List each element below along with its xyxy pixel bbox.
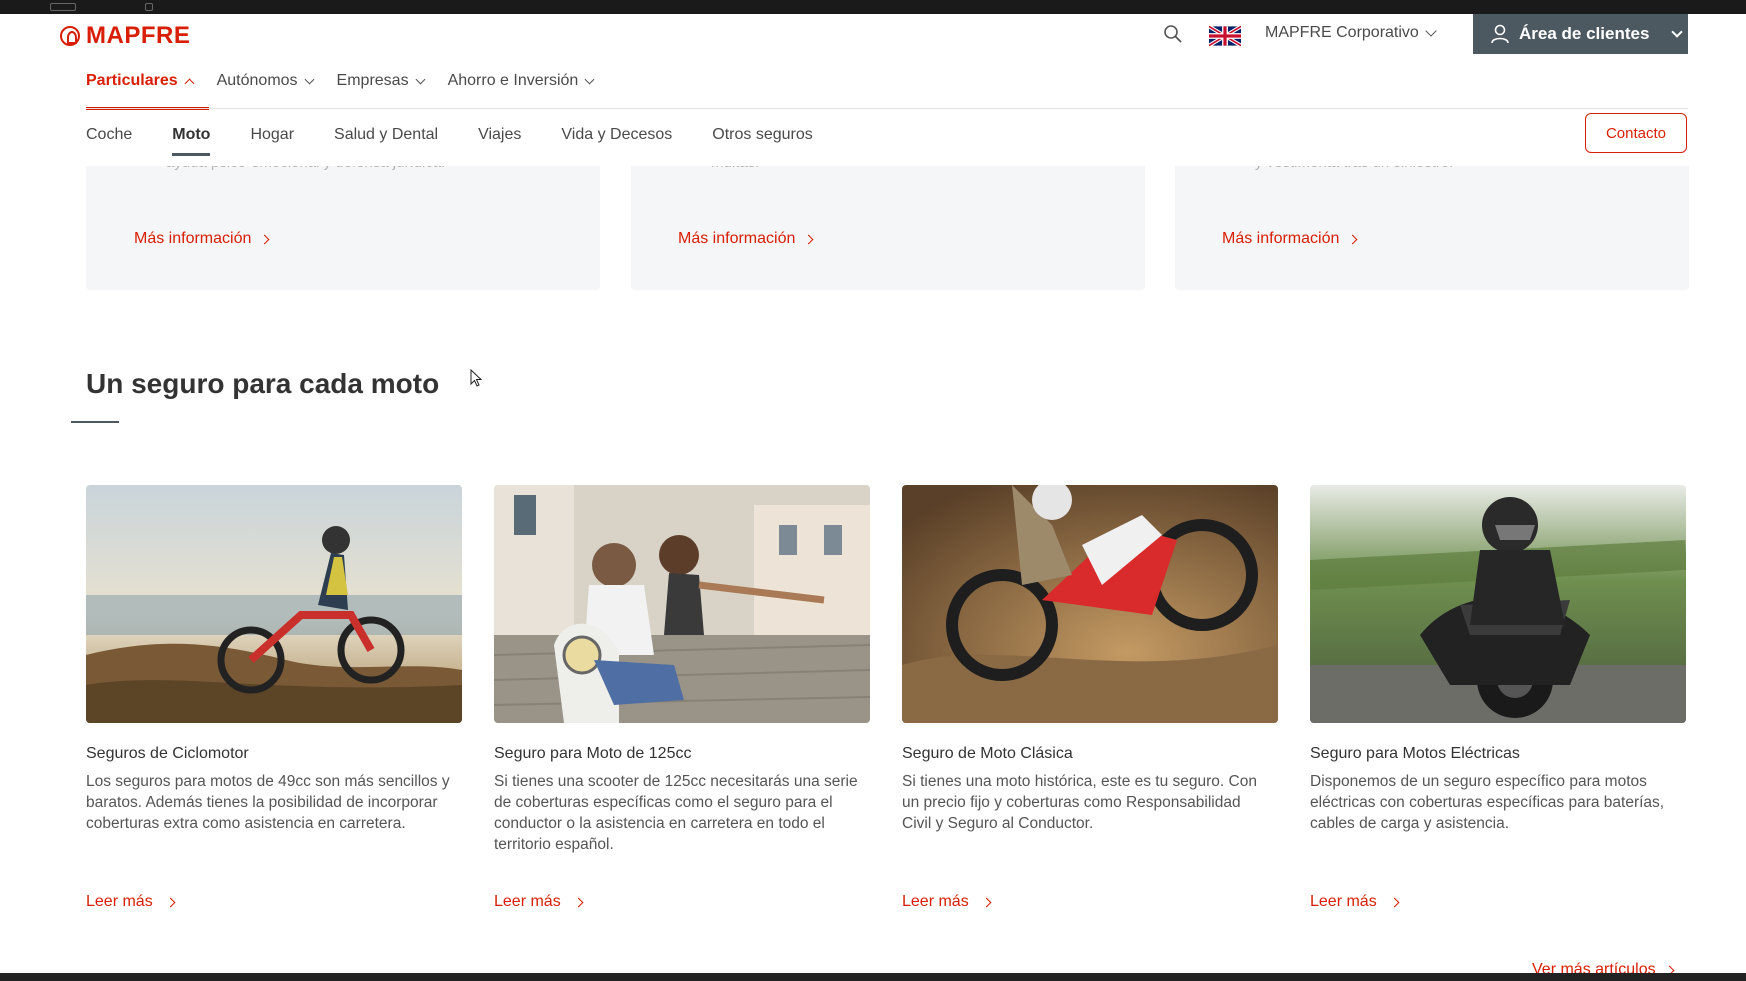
product-description: Si tienes una moto histórica, este es tu… bbox=[902, 773, 1257, 832]
subnav-vida-decesos[interactable]: Vida y Decesos bbox=[561, 126, 672, 156]
subnav-hogar[interactable]: Hogar bbox=[250, 126, 294, 156]
product-card[interactable]: Seguro de Moto Clásica Si tienes una mot… bbox=[902, 485, 1278, 910]
chevron-right-icon bbox=[1389, 897, 1400, 907]
nav-ahorro-inversion[interactable]: Ahorro e Inversión bbox=[447, 72, 595, 110]
product-title[interactable]: Seguro para Moto de 125cc bbox=[494, 745, 870, 763]
os-tab-indicator bbox=[50, 3, 76, 11]
subnav-otros-seguros[interactable]: Otros seguros bbox=[712, 126, 812, 156]
chevron-right-icon bbox=[1347, 234, 1358, 244]
info-card: ayuda psico-emocional y defensa jurídica… bbox=[86, 150, 600, 290]
read-more-label: Leer más bbox=[86, 893, 153, 910]
more-info-link[interactable]: Más información bbox=[678, 230, 814, 248]
site-header: MAPFRE MAPFRE Corporativo Área de client… bbox=[0, 14, 1746, 166]
read-more-link[interactable]: Leer más bbox=[86, 893, 176, 911]
subnav-viajes[interactable]: Viajes bbox=[478, 126, 521, 156]
subnav-moto[interactable]: Moto bbox=[172, 126, 211, 156]
read-more-label: Leer más bbox=[1310, 893, 1377, 910]
chevron-down-icon bbox=[584, 74, 595, 85]
nav-autonomos[interactable]: Autónomos bbox=[216, 72, 314, 110]
chevron-up-icon bbox=[184, 78, 195, 89]
product-title[interactable]: Seguros de Ciclomotor bbox=[86, 745, 462, 763]
electric-moto-image[interactable] bbox=[1310, 485, 1686, 723]
footer-edge bbox=[0, 973, 1746, 981]
read-more-link[interactable]: Leer más bbox=[902, 893, 992, 911]
nav-divider bbox=[86, 108, 1688, 109]
contact-button[interactable]: Contacto bbox=[1585, 113, 1687, 153]
client-area-button[interactable]: Área de clientes bbox=[1473, 14, 1688, 54]
product-description: Si tienes una scooter de 125cc necesitar… bbox=[494, 773, 858, 853]
classic-moto-image[interactable] bbox=[902, 485, 1278, 723]
product-card[interactable]: Seguro para Motos Eléctricas Disponemos … bbox=[1310, 485, 1686, 910]
os-top-bar bbox=[0, 0, 1746, 14]
more-info-label: Más información bbox=[134, 230, 252, 247]
os-tab-indicator bbox=[145, 3, 153, 11]
chevron-right-icon bbox=[803, 234, 814, 244]
product-card[interactable]: Seguro para Moto de 125cc Si tienes una … bbox=[494, 485, 870, 910]
nav-empresas[interactable]: Empresas bbox=[336, 72, 426, 110]
more-info-label: Más información bbox=[678, 230, 796, 247]
product-card[interactable]: Seguros de Ciclomotor Los seguros para m… bbox=[86, 485, 462, 910]
read-more-link[interactable]: Leer más bbox=[1310, 893, 1400, 911]
chevron-right-icon bbox=[573, 897, 584, 907]
chevron-right-icon bbox=[981, 897, 992, 907]
product-description: Disponemos de un seguro específico para … bbox=[1310, 773, 1665, 832]
nav-label: Empresas bbox=[336, 72, 409, 89]
search-icon[interactable] bbox=[1163, 24, 1183, 44]
nav-label: Ahorro e Inversión bbox=[447, 72, 579, 89]
subnav-coche[interactable]: Coche bbox=[86, 126, 132, 156]
corporate-dropdown[interactable]: MAPFRE Corporativo bbox=[1265, 24, 1437, 42]
mapfre-logo[interactable]: MAPFRE bbox=[60, 22, 190, 50]
product-description: Los seguros para motos de 49cc son más s… bbox=[86, 773, 450, 832]
more-info-label: Más información bbox=[1222, 230, 1340, 247]
chevron-down-icon bbox=[1425, 25, 1437, 37]
chevron-right-icon bbox=[259, 234, 270, 244]
uk-flag-icon[interactable] bbox=[1209, 26, 1241, 46]
product-title[interactable]: Seguro para Motos Eléctricas bbox=[1310, 745, 1686, 763]
read-more-label: Leer más bbox=[902, 893, 969, 910]
info-card: multas. Más información bbox=[631, 150, 1145, 290]
chevron-right-icon bbox=[165, 897, 176, 907]
more-info-link[interactable]: Más información bbox=[1222, 230, 1358, 248]
scooter-couple-image[interactable] bbox=[494, 485, 870, 723]
corporate-label: MAPFRE Corporativo bbox=[1265, 24, 1419, 41]
chevron-down-icon bbox=[415, 74, 426, 85]
primary-nav: Particulares Autónomos Empresas Ahorro e… bbox=[86, 72, 617, 110]
nav-particulares[interactable]: Particulares bbox=[86, 72, 209, 110]
mouse-cursor-icon bbox=[470, 369, 482, 387]
subnav-salud-dental[interactable]: Salud y Dental bbox=[334, 126, 438, 156]
chevron-down-icon bbox=[1671, 26, 1684, 38]
read-more-label: Leer más bbox=[494, 893, 561, 910]
moped-rider-image[interactable] bbox=[86, 485, 462, 723]
user-icon bbox=[1491, 24, 1509, 44]
product-title[interactable]: Seguro de Moto Clásica bbox=[902, 745, 1278, 763]
read-more-link[interactable]: Leer más bbox=[494, 893, 584, 911]
chevron-down-icon bbox=[304, 74, 314, 85]
section-title: Un seguro para cada moto bbox=[86, 368, 440, 399]
secondary-nav: Coche Moto Hogar Salud y Dental Viajes V… bbox=[86, 126, 853, 156]
client-area-label: Área de clientes bbox=[1519, 24, 1650, 43]
info-card: y vestimenta tras un siniestro. Más info… bbox=[1175, 150, 1689, 290]
brand-name: MAPFRE bbox=[86, 22, 191, 49]
nav-label: Particulares bbox=[86, 72, 178, 89]
section-title-underline bbox=[71, 421, 119, 423]
nav-label: Autónomos bbox=[216, 72, 298, 89]
mapfre-logo-icon bbox=[60, 26, 80, 46]
more-info-link[interactable]: Más información bbox=[134, 230, 270, 248]
